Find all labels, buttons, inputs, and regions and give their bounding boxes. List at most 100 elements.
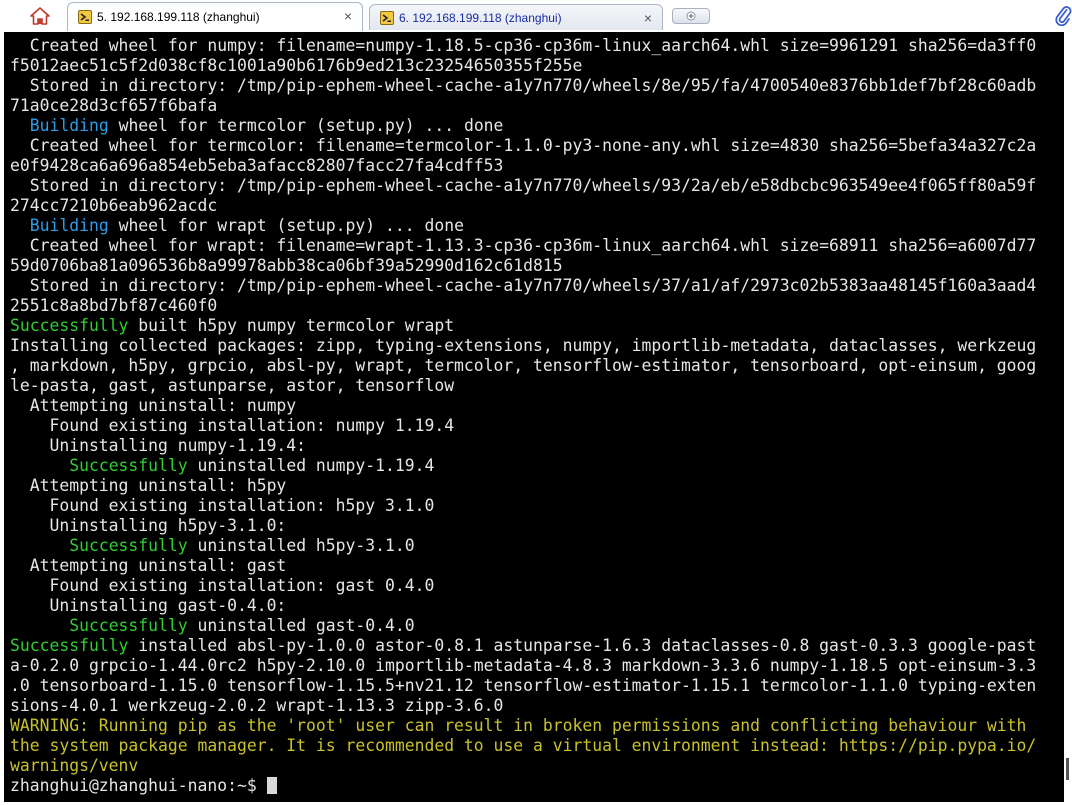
terminal-line: Successfully built h5py numpy termcolor … (10, 316, 1064, 336)
terminal-line: Uninstalling h5py-3.1.0: (10, 516, 1064, 536)
terminal-line: Successfully uninstalled h5py-3.1.0 (10, 536, 1064, 556)
terminal-line: Stored in directory: /tmp/pip-ephem-whee… (10, 176, 1064, 196)
terminal-line: le-pasta, gast, astunparse, astor, tenso… (10, 376, 1064, 396)
scrollbar-thumb[interactable] (1066, 758, 1069, 780)
terminal-text: wheel for wrapt (setup.py) ... done (108, 216, 464, 235)
terminal-text: Installing collected packages: zipp, typ… (10, 336, 1037, 355)
terminal-text: Uninstalling numpy-1.19.4: (10, 436, 307, 455)
terminal-text: Created wheel for wrapt: filename=wrapt-… (10, 236, 1037, 255)
terminal-line: Created wheel for termcolor: filename=te… (10, 136, 1064, 156)
terminal-line: a-0.2.0 grpcio-1.44.0rc2 h5py-2.10.0 imp… (10, 656, 1064, 676)
terminal-text: 2551c8a8bd7bf87c460f0 (10, 296, 218, 315)
terminal-line: f5012aec51c5f2d038cf8c1001a90b6176b9ed21… (10, 56, 1064, 76)
terminal-line: Uninstalling gast-0.4.0: (10, 596, 1064, 616)
terminal-line: Created wheel for wrapt: filename=wrapt-… (10, 236, 1064, 256)
terminal-text: 59d0706ba81a096536b8a99978abb38ca06bf39a… (10, 256, 563, 275)
terminal-text: uninstalled numpy-1.19.4 (187, 456, 435, 475)
terminal-text: Successfully (10, 636, 129, 655)
terminal-line: Building wheel for termcolor (setup.py) … (10, 116, 1064, 136)
terminal-text: uninstalled gast-0.4.0 (187, 616, 415, 635)
terminal-line: e0f9428ca6a696a854eb5eba3afacc82807facc2… (10, 156, 1064, 176)
terminal-text: Building (29, 116, 109, 135)
terminal-line: 71a0ce28d3cf657f6bafa (10, 96, 1064, 116)
terminal-text: Stored in directory: /tmp/pip-ephem-whee… (10, 176, 1037, 195)
terminal-text: Stored in directory: /tmp/pip-ephem-whee… (10, 76, 1037, 95)
terminal-text: Building (29, 216, 109, 235)
plus-icon (686, 11, 696, 21)
scrollbar-track[interactable] (1064, 32, 1072, 802)
terminal-text: Found existing installation: h5py 3.1.0 (10, 496, 435, 515)
terminal-text: Successfully (69, 616, 188, 635)
terminal-line: Successfully installed absl-py-1.0.0 ast… (10, 636, 1064, 656)
terminal-line: Found existing installation: gast 0.4.0 (10, 576, 1064, 596)
terminal-text: uninstalled h5py-3.1.0 (187, 536, 415, 555)
terminal-text: .0 tensorboard-1.15.0 tensorflow-1.15.5+… (10, 676, 1037, 695)
terminal-text: Created wheel for termcolor: filename=te… (10, 136, 1037, 155)
terminal-text: Attempting uninstall: numpy (10, 396, 297, 415)
terminal-line: 59d0706ba81a096536b8a99978abb38ca06bf39a… (10, 256, 1064, 276)
terminal-line: Attempting uninstall: h5py (10, 476, 1064, 496)
terminal-icon (380, 10, 394, 25)
tab-bar: 5. 192.168.199.118 (zhanghui) × 6. 192.1… (0, 0, 1072, 32)
terminal-text: Created wheel for numpy: filename=numpy-… (10, 36, 1037, 55)
new-tab-button[interactable] (672, 8, 710, 24)
terminal-text: Uninstalling h5py-3.1.0: (10, 516, 287, 535)
prompt-line[interactable]: zhanghui@zhanghui-nano:~$ (10, 776, 1064, 796)
terminal-text: Attempting uninstall: gast (10, 556, 287, 575)
terminal-text: sions-4.0.1 werkzeug-2.0.2 wrapt-1.13.3 … (10, 696, 504, 715)
tab-session-6[interactable]: 6. 192.168.199.118 (zhanghui) × (369, 4, 663, 30)
terminal-text: the system package manager. It is recomm… (10, 736, 1037, 755)
terminal-line: Found existing installation: numpy 1.19.… (10, 416, 1064, 436)
terminal-line: Attempting uninstall: numpy (10, 396, 1064, 416)
terminal-text: Found existing installation: numpy 1.19.… (10, 416, 455, 435)
terminal-text: 274cc7210b6eab962acdc (10, 196, 218, 215)
terminal-text: , markdown, h5py, grpcio, absl-py, wrapt… (10, 356, 1037, 375)
terminal-text: Successfully (69, 536, 188, 555)
terminal-icon (78, 10, 92, 24)
terminal-line: 274cc7210b6eab962acdc (10, 196, 1064, 216)
terminal-line: Building wheel for wrapt (setup.py) ... … (10, 216, 1064, 236)
terminal-line: 2551c8a8bd7bf87c460f0 (10, 296, 1064, 316)
home-button[interactable] (26, 3, 54, 29)
terminal-text: installed absl-py-1.0.0 astor-0.8.1 astu… (128, 636, 1037, 655)
terminal-line: Stored in directory: /tmp/pip-ephem-whee… (10, 276, 1064, 296)
terminal-text: 71a0ce28d3cf657f6bafa (10, 96, 218, 115)
terminal-text: wheel for termcolor (setup.py) ... done (108, 116, 504, 135)
terminal-line: , markdown, h5py, grpcio, absl-py, wrapt… (10, 356, 1064, 376)
close-icon[interactable]: × (344, 9, 352, 23)
terminal-text: warnings/venv (10, 756, 139, 775)
terminal-line: sions-4.0.1 werkzeug-2.0.2 wrapt-1.13.3 … (10, 696, 1064, 716)
tab-label: 6. 192.168.199.118 (zhanghui) (399, 10, 562, 25)
tab-session-5[interactable]: 5. 192.168.199.118 (zhanghui) × (67, 2, 363, 31)
terminal-line: Successfully uninstalled numpy-1.19.4 (10, 456, 1064, 476)
terminal-output[interactable]: Created wheel for numpy: filename=numpy-… (4, 32, 1064, 802)
terminal-line: Found existing installation: h5py 3.1.0 (10, 496, 1064, 516)
terminal-text: Attempting uninstall: h5py (10, 476, 287, 495)
terminal-line: Stored in directory: /tmp/pip-ephem-whee… (10, 76, 1064, 96)
terminal-line: Uninstalling numpy-1.19.4: (10, 436, 1064, 456)
terminal-line: .0 tensorboard-1.15.0 tensorflow-1.15.5+… (10, 676, 1064, 696)
paperclip-icon[interactable] (1054, 4, 1072, 26)
terminal-text: a-0.2.0 grpcio-1.44.0rc2 h5py-2.10.0 imp… (10, 656, 1037, 675)
home-icon (30, 7, 50, 25)
tab-label: 5. 192.168.199.118 (zhanghui) (97, 10, 260, 24)
terminal-text: WARNING: Running pip as the 'root' user … (10, 716, 1027, 735)
terminal-line: WARNING: Running pip as the 'root' user … (10, 716, 1064, 736)
close-icon[interactable]: × (644, 11, 652, 25)
terminal-line: warnings/venv (10, 756, 1064, 776)
terminal-text: Successfully (10, 316, 129, 335)
terminal-text: e0f9428ca6a696a854eb5eba3afacc82807facc2… (10, 156, 504, 175)
terminal-line: Created wheel for numpy: filename=numpy-… (10, 36, 1064, 56)
terminal-text: Stored in directory: /tmp/pip-ephem-whee… (10, 276, 1037, 295)
terminal-line: Installing collected packages: zipp, typ… (10, 336, 1064, 356)
terminal-text: le-pasta, gast, astunparse, astor, tenso… (10, 376, 455, 395)
terminal-text: f5012aec51c5f2d038cf8c1001a90b6176b9ed21… (10, 56, 583, 75)
terminal-line: the system package manager. It is recomm… (10, 736, 1064, 756)
terminal-text: Found existing installation: gast 0.4.0 (10, 576, 435, 595)
text-cursor (266, 777, 277, 794)
